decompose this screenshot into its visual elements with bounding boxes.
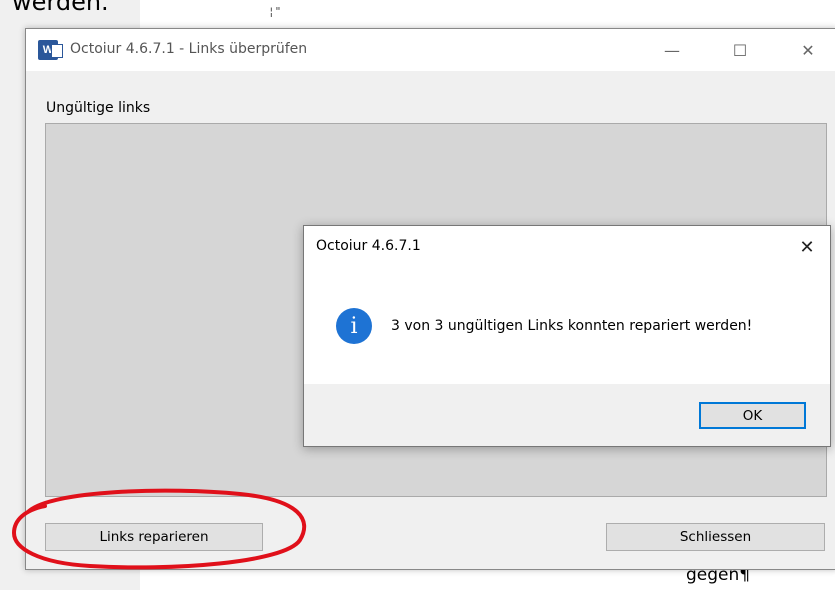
word-app-icon: W	[38, 40, 63, 60]
maximize-icon: ☐	[732, 40, 748, 60]
close-icon: ✕	[801, 40, 815, 60]
word-icon-page	[51, 44, 63, 58]
info-icon: i	[336, 308, 372, 344]
minimize-button[interactable]: —	[646, 29, 698, 71]
minimize-icon: —	[664, 40, 680, 60]
background-document-text: werden.	[12, 0, 109, 16]
dialog-message: 3 von 3 ungültigen Links konnten reparie…	[391, 318, 753, 334]
window-titlebar[interactable]: W Octoiur 4.6.7.1 - Links überprüfen — ☐…	[26, 29, 835, 71]
window-title: Octoiur 4.6.7.1 - Links überprüfen	[70, 41, 308, 57]
close-icon: ✕	[799, 236, 815, 258]
invalid-links-label: Ungültige links	[46, 100, 151, 116]
info-icon-glyph: i	[350, 313, 358, 339]
message-dialog: Octoiur 4.6.7.1 ✕ i 3 von 3 ungültigen L…	[303, 225, 831, 447]
maximize-button[interactable]: ☐	[714, 29, 766, 71]
close-window-button[interactable]: Schliessen	[606, 523, 825, 551]
dialog-title: Octoiur 4.6.7.1	[316, 238, 421, 254]
window-close-button[interactable]: ✕	[782, 29, 834, 71]
dialog-close-button[interactable]: ✕	[792, 232, 822, 262]
background-text-cursor: ¦"	[268, 5, 282, 18]
ok-button[interactable]: OK	[699, 402, 806, 429]
repair-links-button[interactable]: Links reparieren	[45, 523, 263, 551]
